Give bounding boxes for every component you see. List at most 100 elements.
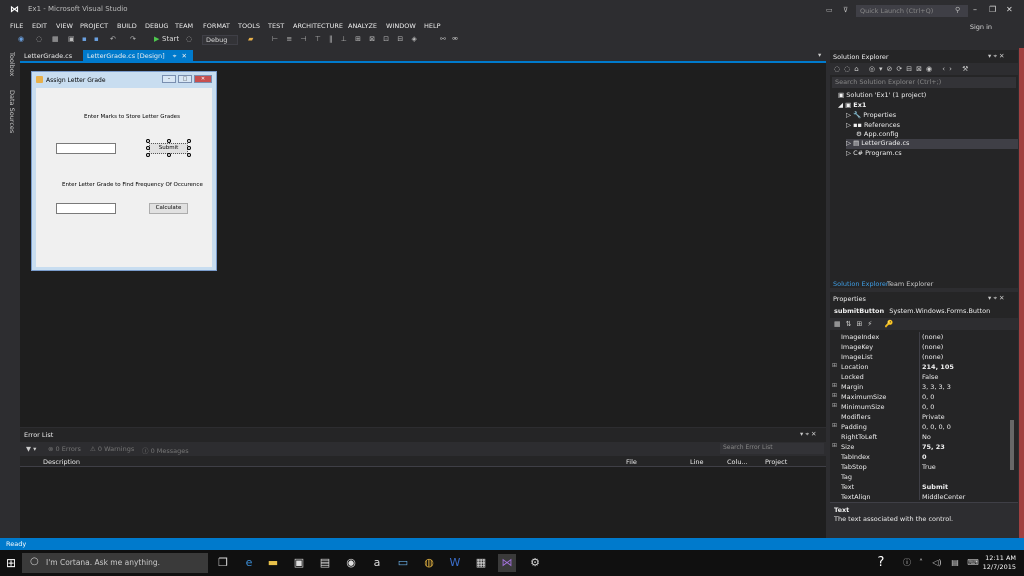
calculator-icon[interactable]: ▦	[472, 554, 490, 572]
layout-icons[interactable]: ⊢ ≡ ⊣ ⊤ ‖ ⊥ ⊞ ⊠ ⊡ ⊟ ◈	[272, 35, 420, 43]
property-row[interactable]: ⊞ Location 214, 105	[830, 362, 1010, 372]
help-icon[interactable]: ?	[872, 554, 890, 572]
property-value[interactable]: 75, 23	[922, 443, 945, 451]
property-value[interactable]: Private	[922, 413, 945, 421]
config-dropdown[interactable]: Debug	[202, 35, 238, 45]
app-icon[interactable]: ▤	[316, 554, 334, 572]
property-value[interactable]: MiddleCenter	[922, 493, 965, 500]
property-row[interactable]: ImageIndex (none)	[830, 332, 1010, 342]
menu-test[interactable]: TEST	[268, 22, 284, 30]
menu-debug[interactable]: DEBUG	[145, 22, 168, 30]
expand-icon[interactable]: ⊞	[832, 382, 837, 389]
cortana-search[interactable]: ○ I'm Cortana. Ask me anything.	[22, 553, 208, 573]
start-icon[interactable]: ▶	[154, 35, 159, 43]
property-value[interactable]: 214, 105	[922, 363, 954, 371]
edge-icon[interactable]: e	[240, 554, 258, 572]
unlink-icon[interactable]: ⚮	[452, 35, 458, 43]
tree-project[interactable]: ◢ ▣ Ex1	[838, 101, 866, 109]
quick-launch-input[interactable]: Quick Launch (Ctrl+Q)	[856, 5, 968, 17]
messages-filter[interactable]: ⓘ 0 Messages	[142, 445, 189, 455]
property-value[interactable]: (none)	[922, 343, 943, 351]
expand-icon[interactable]: ⊞	[832, 392, 837, 399]
pin-icon[interactable]: ⌖	[173, 52, 177, 60]
settings-icon[interactable]: ⚙	[526, 554, 544, 572]
property-value[interactable]: False	[922, 373, 938, 381]
grade-textbox[interactable]	[56, 203, 116, 214]
task-view-icon[interactable]: ❐	[214, 554, 232, 572]
properties-scrollbar[interactable]	[1010, 420, 1014, 470]
property-row[interactable]: TextAlign MiddleCenter	[830, 492, 1010, 500]
expand-icon[interactable]: ⊞	[832, 362, 837, 369]
start-menu-icon[interactable]: ⊞	[2, 554, 20, 572]
property-value[interactable]: 0	[922, 453, 927, 461]
col-line[interactable]: Line	[690, 458, 704, 466]
undo-icon[interactable]: ↶	[110, 35, 116, 43]
property-row[interactable]: RightToLeft No	[830, 432, 1010, 442]
keyboard-icon[interactable]: ⌨	[964, 554, 982, 572]
calculate-button[interactable]: Calculate	[149, 203, 188, 214]
start-button[interactable]: Start	[162, 35, 179, 43]
selection-handle[interactable]	[187, 139, 191, 143]
menu-window[interactable]: WINDOW	[386, 22, 416, 30]
sign-in-link[interactable]: Sign in	[970, 23, 992, 31]
chrome-icon[interactable]: ◍	[420, 554, 438, 572]
selection-handle[interactable]	[167, 139, 171, 143]
property-value[interactable]: No	[922, 433, 931, 441]
solution-toolbar-icons[interactable]: ◌◌⌂ ◎▾⊘⟳⊟⊠◉ ‹› ⚒	[834, 65, 972, 73]
search-icon[interactable]: ⚲	[955, 6, 960, 14]
property-row[interactable]: Modifiers Private	[830, 412, 1010, 422]
marks-textbox[interactable]	[56, 143, 116, 154]
property-value[interactable]: True	[922, 463, 936, 471]
panel-options-icon[interactable]: ▾ ⌖ ✕	[988, 52, 1005, 61]
form-designer-window[interactable]: Assign Letter Grade – □ ✕ Enter Marks to…	[31, 71, 217, 271]
property-value[interactable]: 0, 0	[922, 393, 934, 401]
save-all-icon[interactable]: ▪	[94, 35, 99, 43]
toolbox-tab[interactable]: Toolbox	[8, 52, 16, 76]
tab-team-explorer[interactable]: Team Explorer	[887, 280, 933, 288]
property-value[interactable]: (none)	[922, 353, 943, 361]
save-icon[interactable]: ▪	[82, 35, 87, 43]
property-row[interactable]: TabStop True	[830, 462, 1010, 472]
open-icon[interactable]: ▣	[68, 35, 75, 43]
property-row[interactable]: Locked False	[830, 372, 1010, 382]
selection-handle[interactable]	[146, 153, 150, 157]
feedback-icon[interactable]: ⊽	[843, 6, 848, 14]
store-icon[interactable]: ▣	[290, 554, 308, 572]
form-minimize-icon[interactable]: –	[162, 75, 176, 83]
panel-options-icon[interactable]: ▾ ⌖ ✕	[988, 294, 1005, 303]
property-row[interactable]: ⊞ Margin 3, 3, 3, 3	[830, 382, 1010, 392]
expand-icon[interactable]: ⊞	[832, 422, 837, 429]
properties-toolbar-icons[interactable]: ▦⇅⊞⚡ 🔑	[834, 320, 898, 328]
property-row[interactable]: ⊞ MaximumSize 0, 0	[830, 392, 1010, 402]
tree-properties[interactable]: ▷ 🔧 Properties	[846, 111, 896, 119]
tab-solution-explorer[interactable]: Solution Explorer	[833, 280, 889, 288]
media-icon[interactable]: ◉	[342, 554, 360, 572]
menu-tools[interactable]: TOOLS	[238, 22, 260, 30]
tree-solution[interactable]: ▣ Solution 'Ex1' (1 project)	[838, 91, 926, 99]
forward-icon[interactable]: ◌	[36, 35, 42, 43]
file-explorer-icon[interactable]: ▬	[264, 554, 282, 572]
menu-file[interactable]: FILE	[10, 22, 23, 30]
link-icon[interactable]: ⚯	[440, 35, 446, 43]
col-file[interactable]: File	[626, 458, 637, 466]
menu-team[interactable]: TEAM	[175, 22, 193, 30]
errors-filter[interactable]: ⊗ 0 Errors	[48, 445, 81, 453]
data-sources-tab[interactable]: Data Sources	[8, 90, 16, 133]
property-value[interactable]: 0, 0, 0, 0	[922, 423, 951, 431]
selection-handle[interactable]	[167, 153, 171, 157]
photos-icon[interactable]: ▭	[394, 554, 412, 572]
redo-icon[interactable]: ↷	[130, 35, 136, 43]
properties-object-selector[interactable]: submitButton System.Windows.Forms.Button	[834, 307, 990, 315]
new-project-icon[interactable]: ▦	[52, 35, 59, 43]
col-column[interactable]: Colu...	[727, 458, 748, 466]
warnings-filter[interactable]: ⚠ 0 Warnings	[90, 445, 134, 453]
menu-help[interactable]: HELP	[424, 22, 441, 30]
selection-handle[interactable]	[187, 146, 191, 150]
property-row[interactable]: ⊞ Padding 0, 0, 0, 0	[830, 422, 1010, 432]
taskbar-clock[interactable]: 12:11 AM 12/7/2015	[983, 554, 1016, 572]
property-row[interactable]: ⊞ Size 75, 23	[830, 442, 1010, 452]
close-icon[interactable]: ✕	[1006, 5, 1013, 14]
error-search-input[interactable]: Search Error List	[720, 443, 824, 454]
tree-lettergrade[interactable]: ▷ ▤ LetterGrade.cs	[846, 139, 1018, 149]
word-icon[interactable]: W	[446, 554, 464, 572]
